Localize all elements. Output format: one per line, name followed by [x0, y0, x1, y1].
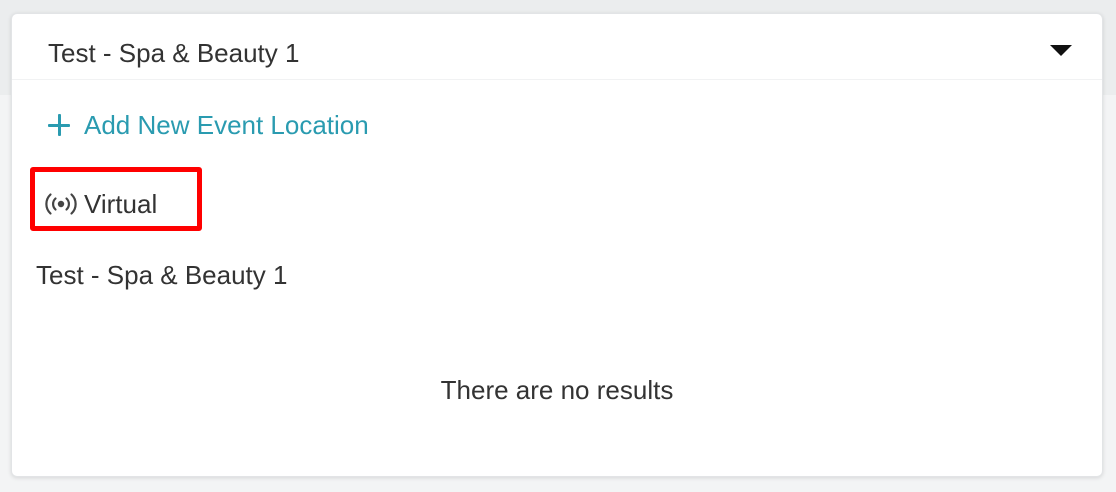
caret-down-icon[interactable]	[1050, 45, 1072, 56]
location-select[interactable]: Test - Spa & Beauty 1	[12, 14, 1102, 80]
add-new-event-location-button[interactable]: Add New Event Location	[47, 108, 369, 142]
plus-icon	[47, 113, 71, 137]
empty-results-message: There are no results	[440, 375, 674, 405]
broadcast-icon	[45, 193, 77, 215]
option-virtual-label: Virtual	[84, 188, 158, 219]
option-virtual[interactable]: Virtual	[44, 184, 157, 224]
select-value: Test - Spa & Beauty 1	[48, 38, 300, 68]
add-new-event-location-label: Add New Event Location	[84, 109, 369, 140]
location-dropdown: Test - Spa & Beauty 1 Add New Event Loca…	[11, 13, 1103, 477]
option-location[interactable]: Test - Spa & Beauty 1	[36, 258, 287, 292]
